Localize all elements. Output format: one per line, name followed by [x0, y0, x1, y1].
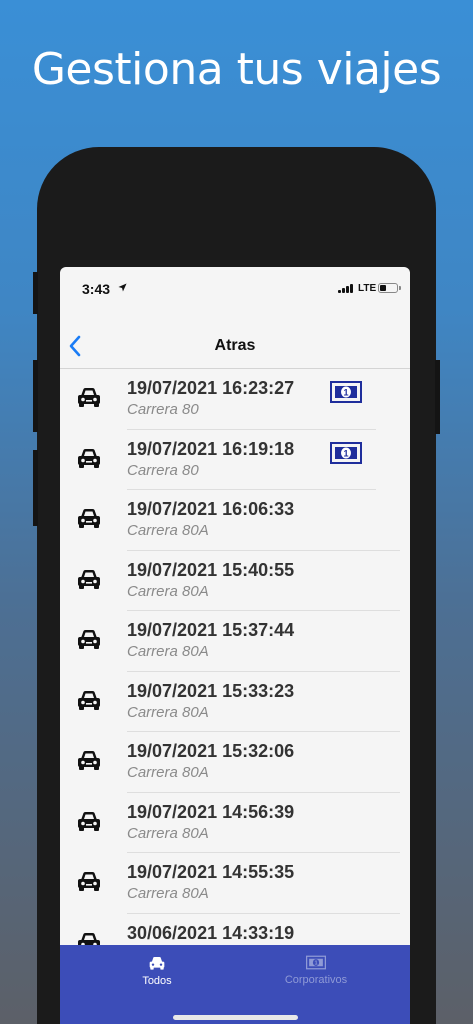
battery-fill: [380, 285, 386, 291]
tab-todos-label: Todos: [142, 975, 172, 987]
car-icon: [78, 509, 100, 528]
car-icon: [78, 811, 100, 831]
trip-datetime: 19/07/2021 14:56:39: [127, 801, 295, 822]
car-icon: [149, 957, 165, 970]
phone-side-button-volume-up: [33, 360, 38, 432]
trip-address: Carrera 80A: [127, 582, 209, 600]
cash-icon: 1: [330, 381, 362, 403]
app-screen: 3:43 LTE Atras 19/07/2021 16:23:27 Carrer…: [60, 267, 410, 1024]
car-icon: [78, 448, 100, 468]
trip-datetime: 19/07/2021 14:55:35: [127, 862, 295, 882]
network-type: LTE: [358, 283, 377, 294]
trip-row[interactable]: 19/07/2021 16:19:18 Carrera 80 1: [60, 430, 410, 490]
trip-address: Carrera 80: [127, 461, 199, 479]
svg-text:1: 1: [314, 961, 317, 967]
trip-datetime: 19/07/2021 15:33:23: [127, 680, 295, 701]
trip-datetime: 19/07/2021 15:37:44: [127, 620, 295, 640]
trip-row[interactable]: 19/07/2021 15:37:44 Carrera 80A: [60, 611, 410, 672]
trip-row[interactable]: 19/07/2021 14:56:39 Carrera 80A: [60, 793, 410, 853]
car-icon: [78, 751, 100, 770]
phone-side-button-mute: [33, 272, 38, 314]
cash-icon: 1: [330, 441, 362, 464]
tab-corporativos[interactable]: 1 Corporativos: [256, 955, 376, 986]
promo-headline: Gestiona tus viajes: [31, 44, 442, 95]
nav-title: Atras: [214, 337, 256, 354]
cash-icon: 1: [306, 955, 326, 970]
location-arrow-icon: [118, 283, 127, 292]
status-time: 3:43: [82, 281, 111, 297]
phone-side-button-power: [435, 360, 440, 434]
status-bar: 3:43 LTE: [60, 267, 410, 311]
trip-row[interactable]: 19/07/2021 16:06:33 Carrera 80A: [60, 490, 410, 551]
trip-address: Carrera 80A: [127, 643, 209, 660]
trip-datetime: 30/06/2021 14:33:19: [127, 922, 295, 943]
car-icon: [78, 630, 100, 649]
battery-icon: [378, 283, 401, 293]
trip-datetime: 19/07/2021 16:23:27: [127, 378, 295, 398]
trip-datetime: 19/07/2021 16:06:33: [127, 499, 295, 519]
trip-address: Carrera 80A: [127, 885, 209, 902]
home-indicator: [173, 1015, 298, 1020]
trip-datetime: 19/07/2021 16:19:18: [127, 438, 295, 459]
trip-row[interactable]: 19/07/2021 15:33:23 Carrera 80A: [60, 672, 410, 732]
trip-address: Carrera 80A: [127, 824, 209, 842]
tab-bar: Todos 1 Corporativos: [60, 945, 410, 1024]
trip-address: Carrera 80A: [127, 764, 209, 781]
car-icon: [78, 872, 100, 891]
navigation-bar: Atras: [60, 323, 410, 369]
trip-datetime: 19/07/2021 15:32:06: [127, 741, 295, 761]
car-icon: [78, 690, 100, 710]
trip-address: Carrera 80: [127, 401, 199, 418]
phone-side-button-volume-down: [33, 450, 38, 526]
cell-signal-icon: [338, 284, 354, 293]
car-icon: [78, 388, 100, 407]
car-icon: [78, 569, 100, 589]
trip-address: Carrera 80A: [127, 522, 209, 539]
svg-text:1: 1: [343, 388, 348, 398]
trip-datetime: 19/07/2021 15:40:55: [127, 559, 295, 580]
trip-row[interactable]: 19/07/2021 16:23:27 Carrera 80 1: [60, 369, 410, 430]
trip-row[interactable]: 19/07/2021 15:40:55 Carrera 80A: [60, 551, 410, 611]
svg-text:1: 1: [343, 448, 348, 458]
trip-row[interactable]: 19/07/2021 15:32:06 Carrera 80A: [60, 732, 410, 793]
trip-list: 19/07/2021 16:23:27 Carrera 80 1 19/07/2021…: [60, 369, 410, 974]
trip-address: Carrera 80A: [127, 703, 209, 721]
tab-corporativos-label: Corporativos: [284, 974, 348, 986]
tab-todos[interactable]: Todos: [97, 955, 217, 987]
trip-row[interactable]: 19/07/2021 14:55:35 Carrera 80A: [60, 853, 410, 914]
